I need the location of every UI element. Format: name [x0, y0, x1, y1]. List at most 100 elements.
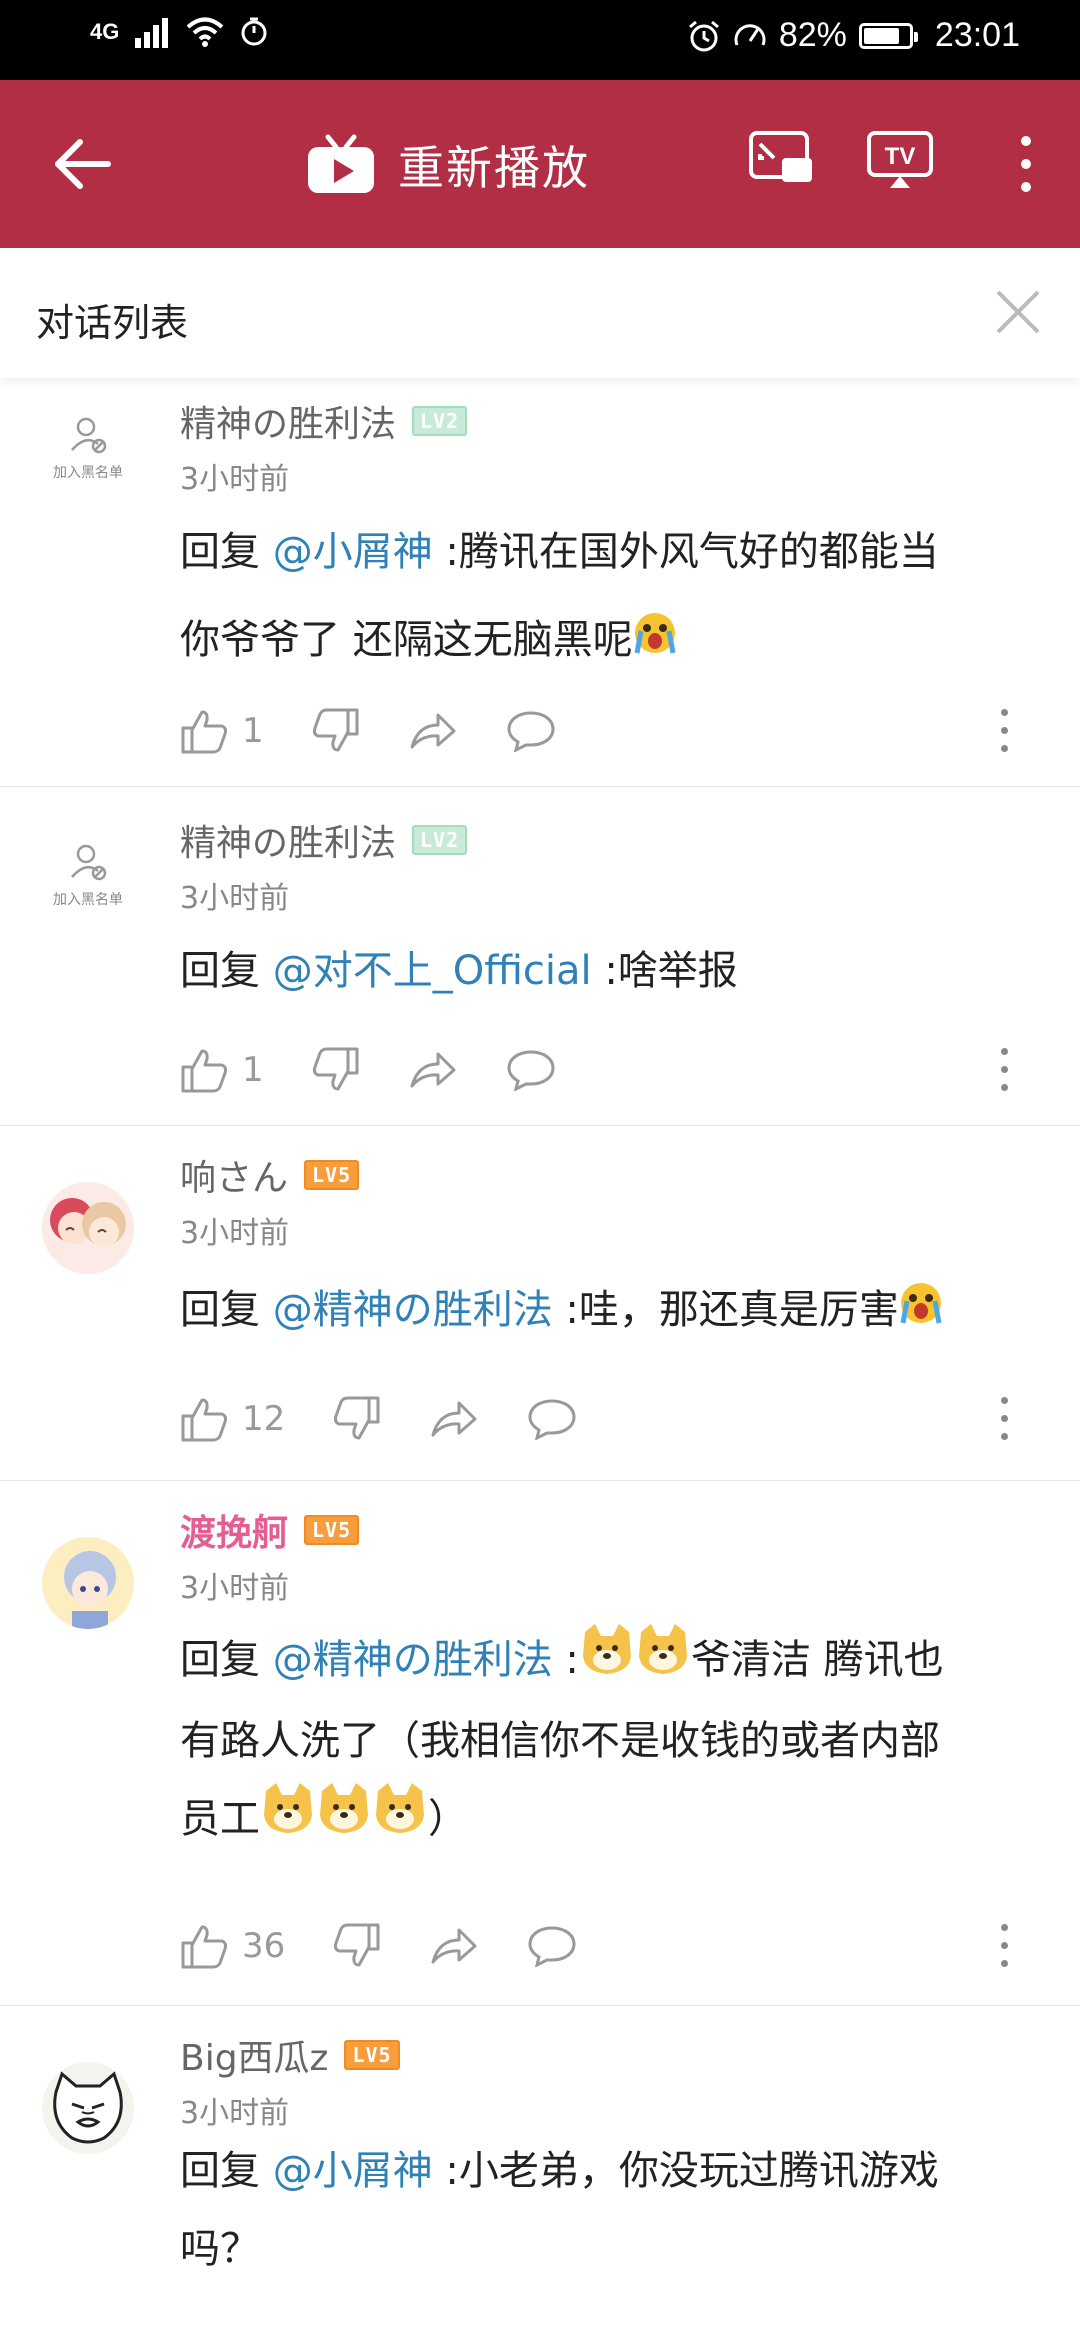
timestamp: 3小时前: [180, 881, 290, 916]
reply-button[interactable]: [506, 1049, 556, 1091]
comment-text-line: :: [552, 1637, 579, 1683]
action-bar: 12: [180, 1396, 1040, 1442]
mention-link[interactable]: @精神の胜利法: [273, 1637, 553, 1683]
thumbs-down-icon: [312, 1047, 359, 1091]
reply-button[interactable]: [527, 1925, 577, 1967]
share-button[interactable]: [429, 1926, 479, 1966]
timestamp: 3小时前: [180, 1216, 290, 1251]
tv-replay-icon: [308, 134, 374, 193]
like-count: 12: [242, 1399, 286, 1439]
reply-prefix: 回复: [180, 2148, 273, 2194]
share-button[interactable]: [408, 1050, 458, 1090]
reply-prefix: 回复: [180, 948, 273, 994]
cat-avatar: [42, 2062, 134, 2154]
more-options-icon[interactable]: [998, 1924, 1010, 1968]
thumbs-up-icon: [181, 710, 228, 754]
user-avatar-button[interactable]: [40, 1537, 136, 1629]
username[interactable]: 响さん: [180, 1149, 288, 1201]
username[interactable]: 精神の胜利法: [180, 814, 396, 866]
mention-link[interactable]: @小屑神: [273, 529, 433, 575]
reply-prefix: 回复: [180, 529, 273, 575]
alarm-icon: [688, 20, 719, 51]
comment-text-line: 吗？: [180, 2226, 260, 2272]
tv-cast-icon[interactable]: TV: [866, 130, 934, 190]
mention-link[interactable]: @小屑神: [273, 2148, 433, 2194]
battery-percent: 82%: [778, 16, 847, 54]
username[interactable]: Big西瓜z: [180, 2029, 328, 2081]
comment-text[interactable]: 回复 @对不上_Official :啥举报: [180, 927, 1040, 1015]
doge-emoji-icon: [316, 1781, 372, 1861]
replay-button[interactable]: 重新播放: [306, 132, 590, 198]
comment-text-line: :小老弟，你没玩过腾讯游戏: [432, 2148, 939, 2194]
comment-bubble-icon: [528, 1926, 576, 1967]
more-options-icon[interactable]: [1018, 136, 1034, 196]
mention-link[interactable]: @精神の胜利法: [273, 1287, 553, 1333]
share-button[interactable]: [408, 711, 458, 751]
mention-link[interactable]: @对不上_Official: [273, 948, 592, 994]
name-row: Big西瓜z LV5: [180, 2029, 1040, 2081]
dislike-button[interactable]: [333, 1923, 381, 1969]
more-options-icon[interactable]: [998, 1397, 1010, 1441]
blacklist-label: 加入黑名单: [53, 465, 123, 481]
like-count: 1: [242, 1050, 264, 1090]
comment-body: 精神の胜利法 LV2 3小时前 回复 @对不上_Official :啥举报: [180, 817, 1040, 1015]
level-badge: LV5: [344, 2040, 400, 2070]
timestamp: 3小时前: [180, 1571, 290, 1606]
comment-body: 精神の胜利法 LV2 3小时前 回复 @小屑神 :腾讯在国外风气好的都能当 你爷…: [180, 398, 1040, 686]
user-avatar-button[interactable]: [40, 2062, 136, 2154]
reply-button[interactable]: [527, 1398, 577, 1440]
user-avatar-button[interactable]: [40, 1182, 136, 1274]
thumbs-up-icon: [181, 1049, 228, 1093]
more-options-icon[interactable]: [998, 709, 1010, 753]
dialog-title: 对话列表: [36, 301, 189, 345]
comment-text[interactable]: 回复 @小屑神 :小老弟，你没玩过腾讯游戏 吗？: [180, 2132, 1040, 2288]
timer-icon: [241, 17, 267, 46]
comment-bubble-icon: [507, 1050, 555, 1091]
reply-button[interactable]: [506, 710, 556, 752]
comment-text-line: 员工: [180, 1796, 260, 1842]
username[interactable]: 渡挽舸: [180, 1504, 288, 1556]
dislike-button[interactable]: [312, 708, 360, 754]
more-options-icon[interactable]: [998, 1048, 1010, 1092]
like-button[interactable]: 1: [180, 708, 264, 754]
dislike-button[interactable]: [333, 1396, 381, 1442]
avatar: [42, 2062, 134, 2154]
comment-item: 加入黑名单 精神の胜利法 LV2 3小时前 回复 @对不上_Official :…: [0, 787, 1080, 1126]
comment-text-line: 你爷爷了 还隔这无脑黑呢: [180, 617, 633, 663]
comment-text[interactable]: 回复 @精神の胜利法 :哇，那还真是厉害: [180, 1266, 1040, 1356]
back-arrow-icon[interactable]: [52, 132, 116, 196]
level-badge: LV2: [412, 825, 468, 855]
comment-text-line: 爷清洁 腾讯也: [690, 1637, 944, 1683]
action-bar: 1: [180, 1047, 1040, 1093]
like-button[interactable]: 12: [180, 1396, 285, 1442]
like-button[interactable]: 36: [180, 1923, 285, 1969]
like-count: 1: [242, 711, 264, 751]
svg-text:TV: TV: [885, 143, 916, 170]
status-right: 82% 23:01: [687, 16, 1020, 55]
timestamp: 3小时前: [180, 462, 290, 497]
comment-list: 加入黑名单 精神の胜利法 LV2 3小时前 回复 @小屑神 :腾讯在国外风气好的…: [0, 378, 1080, 2336]
like-button[interactable]: 1: [180, 1047, 264, 1093]
share-icon: [410, 1052, 456, 1088]
dislike-button[interactable]: [312, 1047, 360, 1093]
level-badge: LV2: [412, 406, 468, 436]
blacklist-button[interactable]: 加入黑名单: [40, 841, 136, 909]
app-bar: 重新播放 TV: [0, 80, 1080, 248]
mini-player-icon[interactable]: [748, 130, 814, 186]
blacklist-button[interactable]: 加入黑名单: [40, 414, 136, 482]
username[interactable]: 精神の胜利法: [180, 395, 396, 447]
comment-item: Big西瓜z LV5 3小时前 回复 @小屑神 :小老弟，你没玩过腾讯游戏 吗？: [0, 2006, 1080, 2336]
page-title: 重新播放: [398, 141, 590, 195]
comment-text[interactable]: 回复 @小屑神 :腾讯在国外风气好的都能当 你爷爷了 还隔这无脑黑呢: [180, 508, 1040, 686]
comment-text-line: :哇，那还真是厉害: [552, 1287, 899, 1333]
close-icon[interactable]: [992, 286, 1044, 338]
share-icon: [410, 713, 456, 749]
action-bar: 1: [180, 708, 1040, 754]
like-count: 36: [242, 1926, 286, 1966]
status-left: 4G: [90, 16, 269, 48]
doge-emoji-icon: [372, 1781, 428, 1861]
level-badge: LV5: [304, 1160, 360, 1190]
share-button[interactable]: [429, 1399, 479, 1439]
name-row: 精神の胜利法 LV2: [180, 814, 1040, 866]
comment-text[interactable]: 回复 @精神の胜利法 : 爷清洁 腾讯也 有路人洗了（我相信你不是收钱的或者内部 …: [180, 1621, 1040, 1861]
